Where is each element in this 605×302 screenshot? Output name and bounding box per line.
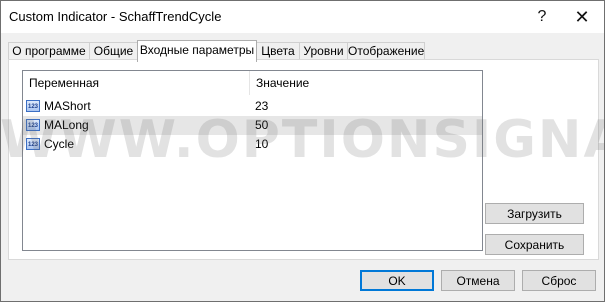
- tab-input-params[interactable]: Входные параметры: [137, 40, 257, 62]
- title-bar: Custom Indicator - SchaffTrendCycle ? ✕: [1, 1, 604, 33]
- param-name: Cycle: [44, 137, 75, 151]
- reset-button[interactable]: Сброс: [522, 270, 596, 291]
- param-name: MAShort: [44, 99, 91, 113]
- column-header-variable[interactable]: Переменная: [23, 71, 250, 95]
- help-icon: ?: [537, 8, 547, 25]
- window-title: Custom Indicator - SchaffTrendCycle: [9, 9, 222, 24]
- save-button[interactable]: Сохранить: [485, 234, 584, 255]
- number-type-icon: 123: [26, 100, 40, 112]
- params-list[interactable]: Переменная Значение 123 MAShort 23 123 M…: [22, 70, 483, 251]
- number-type-icon: 123: [26, 119, 40, 131]
- param-value[interactable]: 10: [255, 135, 268, 154]
- param-value[interactable]: 23: [255, 97, 268, 116]
- cancel-button[interactable]: Отмена: [441, 270, 515, 291]
- param-row-cycle[interactable]: 123 Cycle 10: [23, 135, 482, 154]
- close-button[interactable]: ✕: [562, 1, 602, 33]
- column-header-value[interactable]: Значение: [250, 71, 482, 95]
- tab-panel: Переменная Значение 123 MAShort 23 123 M…: [8, 59, 599, 260]
- number-type-icon: 123: [26, 138, 40, 150]
- param-name: MALong: [44, 118, 89, 132]
- param-row-mashort[interactable]: 123 MAShort 23: [23, 97, 482, 116]
- ok-button[interactable]: OK: [360, 270, 434, 291]
- load-button[interactable]: Загрузить: [485, 203, 584, 224]
- help-button[interactable]: ?: [522, 1, 562, 33]
- close-icon: ✕: [574, 6, 590, 27]
- param-value[interactable]: 50: [255, 116, 268, 135]
- dialog-window: Custom Indicator - SchaffTrendCycle ? ✕ …: [0, 0, 605, 302]
- param-row-malong[interactable]: 123 MALong 50: [23, 116, 482, 135]
